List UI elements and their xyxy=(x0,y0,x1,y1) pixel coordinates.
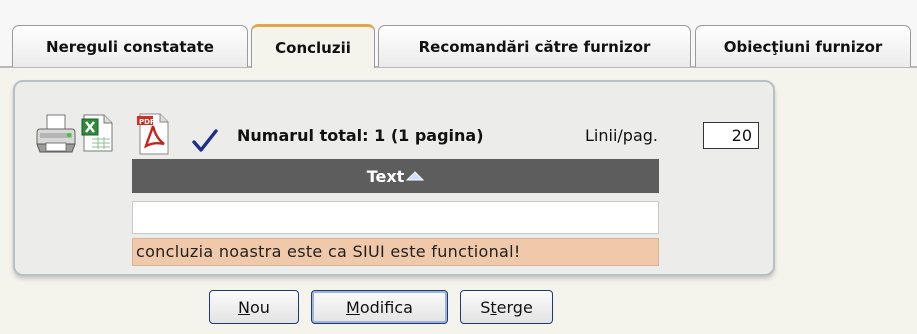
edit-button[interactable]: Modifica xyxy=(311,290,448,324)
column-header-label: Text xyxy=(366,166,405,186)
tab-label: Nereguli constatate xyxy=(46,37,214,56)
svg-text:PDF: PDF xyxy=(139,118,155,126)
new-button[interactable]: Nou xyxy=(209,290,299,324)
row-text-cell: concluzia noastra este ca SIUI este func… xyxy=(136,242,521,261)
lines-per-page-label: Linii/pag. xyxy=(585,126,658,145)
tab-label: Recomandări către furnizor xyxy=(418,37,651,56)
column-filter-input[interactable] xyxy=(132,201,659,234)
delete-button[interactable]: St erge xyxy=(460,290,553,324)
tab-bar: Nereguli constatate Concluzii Recomandăr… xyxy=(0,0,917,68)
tab-recomandari-furnizor[interactable]: Recomandări către furnizor xyxy=(378,25,691,67)
edit-button-accel: M xyxy=(346,297,360,317)
lines-per-page-input[interactable] xyxy=(703,122,759,149)
tab-nereguli-constatate[interactable]: Nereguli constatate xyxy=(12,25,248,67)
edit-button-label: odifica xyxy=(359,297,413,317)
column-header-text[interactable]: Text xyxy=(132,159,659,193)
total-count: Numarul total: 1 (1 pagina) xyxy=(237,126,484,145)
tab-label: Concluzii xyxy=(275,38,351,57)
excel-icon[interactable] xyxy=(80,113,114,153)
tab-label: Obiecţiuni furnizor xyxy=(723,37,883,56)
new-button-label: ou xyxy=(250,297,270,317)
sort-ascending-icon xyxy=(406,170,425,180)
table-row[interactable]: concluzia noastra este ca SIUI este func… xyxy=(132,238,659,266)
tab-concluzii[interactable]: Concluzii xyxy=(251,24,375,68)
checkmark-icon[interactable] xyxy=(191,128,219,154)
printer-icon[interactable] xyxy=(36,113,76,155)
new-button-accel: N xyxy=(238,297,251,317)
delete-button-pre: S xyxy=(480,297,491,317)
delete-button-label: erge xyxy=(496,297,533,317)
tab-obiectiuni-furnizor[interactable]: Obiecţiuni furnizor xyxy=(695,25,911,67)
pdf-icon[interactable]: PDF xyxy=(136,112,172,156)
